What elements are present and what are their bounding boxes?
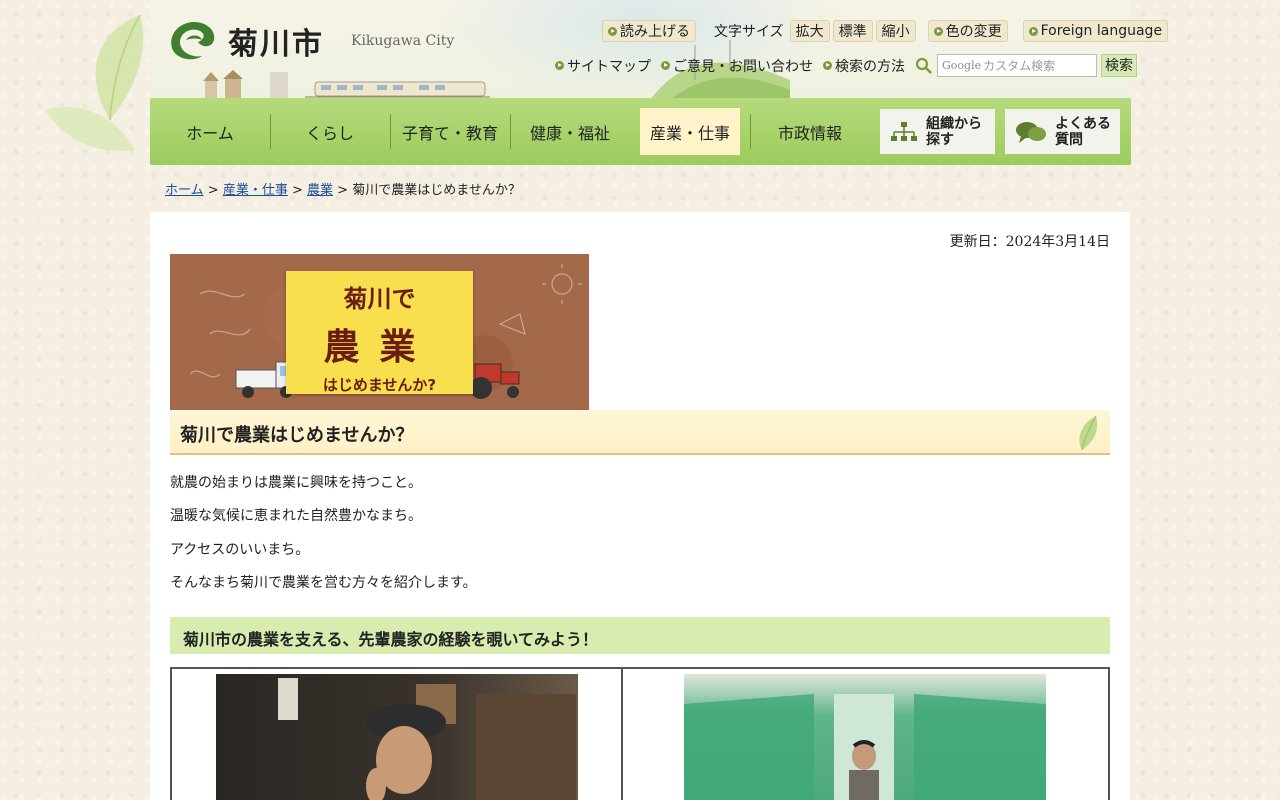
updated-date: 更新日：2024年3月14日 <box>949 234 1110 250</box>
banner-title-card: 菊川で 農業 はじめませんか? <box>286 271 473 394</box>
org-search-label-1: 組織から <box>926 115 982 132</box>
intro-paragraph: 温暖な気候に恵まれた自然豊かなまち。 <box>170 508 422 524</box>
intro-paragraph: アクセスのいいまち。 <box>170 542 310 558</box>
search-button[interactable]: 検索 <box>1101 54 1137 77</box>
google-brand: Google <box>942 59 982 72</box>
faq-label-2: 質問 <box>1055 131 1083 148</box>
page-title: 菊川で農業はじめませんか？ <box>170 410 1110 455</box>
main-content: 更新日：2024年3月14日 菊川で 農業 はじめませんか? 菊川で農業はじめま… <box>150 212 1130 800</box>
nav-home[interactable]: ホーム <box>150 108 270 155</box>
farmer-photo[interactable] <box>216 674 578 800</box>
arrow-bullet-icon <box>823 61 832 70</box>
breadcrumb-separator: > <box>291 183 303 198</box>
arrow-bullet-icon <box>555 61 564 70</box>
banner-line-3: はじめませんか? <box>322 376 437 394</box>
font-shrink-label: 縮小 <box>881 24 910 40</box>
feedback-label: ご意見・お問い合わせ <box>673 58 813 75</box>
feedback-link[interactable]: ご意見・お問い合わせ <box>661 56 813 76</box>
breadcrumb-current: 菊川で農業はじめませんか？ <box>352 183 521 198</box>
font-enlarge-label: 拡大 <box>795 24 824 40</box>
leaf-icon <box>1079 415 1098 451</box>
banner-line-2: 農業 <box>323 327 436 368</box>
org-chart-icon <box>891 121 917 141</box>
nav-living[interactable]: くらし <box>270 108 390 155</box>
search-input[interactable]: Google カスタム検索 <box>937 54 1097 77</box>
intro-paragraph: そんなまち菊川で農業を営む方々を紹介します。 <box>170 575 477 591</box>
banner-line-1: 菊川で <box>343 285 416 313</box>
breadcrumb-industry-link[interactable]: 産業・仕事 <box>223 183 288 198</box>
arrow-bullet-icon <box>1028 26 1038 36</box>
farmer-table <box>170 667 1110 800</box>
town-illustration <box>203 70 490 98</box>
arrow-bullet-icon <box>608 26 617 36</box>
font-standard-button[interactable]: 標準 <box>832 20 873 42</box>
arrow-bullet-icon <box>933 26 943 36</box>
faq-label-1: よくある <box>1055 115 1111 132</box>
nav-childcare-education[interactable]: 子育て・教育 <box>390 108 510 155</box>
sitemap-label: サイトマップ <box>567 58 651 75</box>
breadcrumb-separator: > <box>207 183 219 198</box>
read-aloud-button[interactable]: 読み上げる <box>602 20 696 42</box>
global-nav: ホーム くらし 子育て・教育 健康・福祉 産業・仕事 市政情報 組織から 探す よくある … <box>150 98 1131 165</box>
faq-button[interactable]: よくある 質問 <box>1005 109 1120 154</box>
search-howto-label: 検索の方法 <box>835 58 905 75</box>
site-name-en: Kikugawa City <box>351 33 455 49</box>
org-search-label-2: 探す <box>926 131 954 148</box>
search-howto-link[interactable]: 検索の方法 <box>823 56 905 76</box>
speech-bubble-icon <box>1016 121 1046 143</box>
breadcrumb-home-link[interactable]: ホーム <box>165 183 204 198</box>
font-shrink-button[interactable]: 縮小 <box>875 20 916 42</box>
page-title-text: 菊川で農業はじめませんか？ <box>180 425 414 446</box>
sitemap-link[interactable]: サイトマップ <box>555 56 651 76</box>
farmer-portrait <box>278 678 576 800</box>
kikugawa-emblem-icon <box>171 22 215 60</box>
breadcrumb: ホーム > 産業・仕事 > 農業 > 菊川で農業はじめませんか？ <box>165 179 521 198</box>
foreign-language-button[interactable]: Foreign language <box>1022 20 1169 42</box>
site-name: 菊川市 <box>228 27 324 62</box>
table-cell <box>172 669 624 800</box>
search-placeholder: カスタム検索 <box>983 59 1056 73</box>
color-change-button[interactable]: 色の変更 <box>927 20 1008 42</box>
font-enlarge-button[interactable]: 拡大 <box>789 20 830 42</box>
breadcrumb-agriculture-link[interactable]: 農業 <box>307 183 333 198</box>
table-cell <box>623 669 1108 800</box>
font-size-label: 文字サイズ <box>714 24 784 40</box>
nav-city-government[interactable]: 市政情報 <box>750 108 870 155</box>
foreign-language-label: Foreign language <box>1040 23 1163 39</box>
section-heading: 菊川市の農業を支える、先輩農家の経験を覗いてみよう！ <box>170 617 1110 654</box>
agriculture-banner-image: 菊川で 農業 はじめませんか? <box>170 254 589 410</box>
font-standard-label: 標準 <box>838 24 867 40</box>
arrow-bullet-icon <box>661 61 670 70</box>
nav-health-welfare[interactable]: 健康・福祉 <box>510 108 630 155</box>
read-aloud-label: 読み上げる <box>620 24 690 40</box>
org-search-button[interactable]: 組織から 探す <box>880 109 995 154</box>
nav-industry-work[interactable]: 産業・仕事 <box>640 108 740 155</box>
leaf-decoration <box>45 14 144 151</box>
greenhouse-portrait <box>684 694 1047 800</box>
utility-links: サイトマップ ご意見・お問い合わせ 検索の方法 Google カスタム検索 検索 <box>555 54 1137 77</box>
search-icon <box>915 57 932 74</box>
intro-paragraph: 就農の始まりは農業に興味を持つこと。 <box>170 475 422 491</box>
color-change-label: 色の変更 <box>945 24 1002 40</box>
utility-bar: 読み上げる 文字サイズ 拡大 標準 縮小 色の変更 Foreign langua… <box>602 20 1169 42</box>
farmer-photo[interactable] <box>684 674 1047 800</box>
site-logo[interactable]: 菊川市 <box>168 18 324 64</box>
breadcrumb-separator: > <box>337 183 349 198</box>
